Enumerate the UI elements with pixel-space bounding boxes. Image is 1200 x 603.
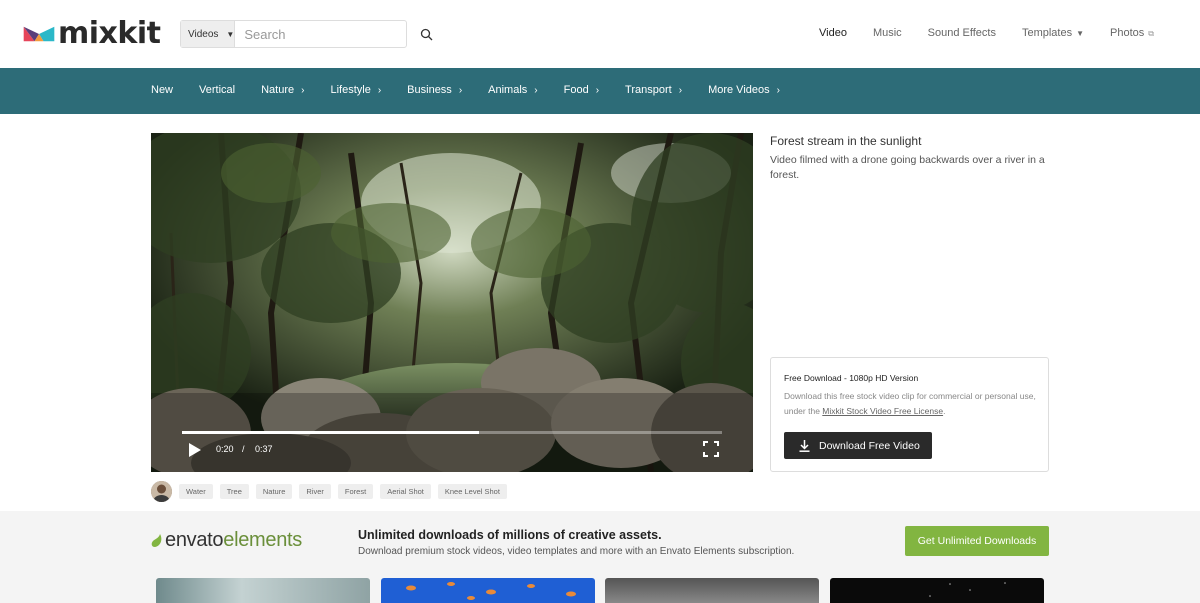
thumbnail-image [406, 582, 576, 600]
nav-photos[interactable]: Photos ⧉ [1110, 27, 1154, 39]
nav-sound-effects-label: Sound Effects [927, 27, 996, 39]
nav-music[interactable]: Music [873, 27, 902, 39]
search-category-select[interactable]: Videos ▼ [181, 21, 236, 47]
play-button[interactable] [188, 442, 202, 463]
mixkit-logo[interactable]: mixkit [22, 17, 162, 51]
chevron-right-icon: › [377, 84, 382, 96]
category-vertical[interactable]: Vertical [199, 84, 235, 96]
video-current-time: 0:20 [216, 444, 234, 454]
chevron-right-icon: › [776, 84, 780, 96]
caret-down-icon: ▼ [1076, 29, 1085, 38]
chevron-right-icon: › [595, 84, 600, 96]
license-link[interactable]: Mixkit Stock Video Free License [822, 406, 943, 416]
category-label: Vertical [199, 84, 236, 96]
tag-water[interactable]: Water [179, 484, 213, 499]
author-avatar[interactable] [151, 481, 172, 502]
video-duration: 0:37 [255, 444, 273, 454]
chevron-right-icon: › [678, 84, 683, 96]
external-link-icon: ⧉ [1148, 29, 1154, 38]
get-unlimited-downloads-button[interactable]: Get Unlimited Downloads [905, 526, 1049, 556]
thumbnail-card[interactable] [830, 578, 1044, 603]
search-button[interactable] [420, 21, 433, 47]
category-transport[interactable]: Transport › [625, 84, 682, 96]
search-input[interactable] [235, 21, 421, 47]
category-lifestyle[interactable]: Lifestyle › [330, 84, 381, 96]
chevron-right-icon: › [458, 84, 463, 96]
category-label: Transport [625, 84, 672, 96]
tag-tree[interactable]: Tree [219, 484, 249, 499]
nav-video-label: Video [819, 27, 847, 39]
tag-forest[interactable]: Forest [337, 484, 374, 499]
video-title: Forest stream in the sunlight [770, 134, 922, 148]
category-label: Lifestyle [330, 84, 371, 96]
tag-aerial-shot[interactable]: Aerial Shot [380, 484, 431, 499]
category-label: Animals [488, 84, 528, 96]
nav-music-label: Music [872, 27, 902, 39]
thumbnail-card[interactable] [605, 578, 819, 603]
category-more-videos[interactable]: More Videos › [708, 84, 780, 96]
fullscreen-icon [703, 441, 719, 457]
tag-river[interactable]: River [299, 484, 331, 499]
download-heading: Free Download - 1080p HD Version [784, 373, 919, 383]
search-bar: Videos ▼ [180, 20, 433, 48]
download-text-after: . [943, 406, 946, 416]
play-icon [189, 443, 201, 457]
thumbnail-card[interactable] [156, 578, 370, 603]
video-time-separator: / [242, 444, 245, 454]
category-business[interactable]: Business › [407, 84, 462, 96]
category-new[interactable]: New [151, 84, 173, 96]
nav-templates[interactable]: Templates ▼ [1022, 27, 1084, 39]
envato-leaf-icon [151, 533, 162, 547]
avatar-image [151, 481, 172, 502]
envato-elements-logo[interactable]: envato elements [151, 529, 302, 552]
video-player[interactable]: 0:20 / 0:37 [151, 133, 753, 472]
tag-list: Water Tree Nature River Forest Aerial Sh… [179, 484, 507, 499]
download-button-label: Download Free Video [819, 439, 920, 452]
category-label: Business [407, 84, 452, 96]
site-header: mixkit Videos ▼ Video Music Sound Effect… [0, 0, 1200, 68]
search-icon [421, 28, 433, 40]
category-label: Food [563, 84, 589, 96]
envato-headline: Unlimited downloads of millions of creat… [358, 528, 662, 542]
download-text: Download this free stock video clip for … [784, 389, 1042, 419]
chevron-right-icon: › [534, 84, 538, 96]
nav-video[interactable]: Video [819, 27, 847, 39]
video-progress-fill [182, 431, 479, 434]
category-label: New [151, 84, 174, 96]
video-controls: 0:20 / 0:37 [151, 412, 753, 472]
logo-text: mixkit [58, 16, 161, 51]
envato-subtext: Download premium stock videos, video tem… [358, 546, 795, 557]
fullscreen-button[interactable] [703, 441, 719, 462]
nav-photos-label: Photos [1110, 27, 1145, 39]
top-navigation: Video Music Sound Effects Templates ▼ Pho… [793, 27, 1154, 39]
category-nature[interactable]: Nature › [261, 84, 304, 96]
thumbnail-image [929, 582, 1006, 597]
tag-knee-level-shot[interactable]: Knee Level Shot [437, 484, 507, 499]
category-food[interactable]: Food › [564, 84, 599, 96]
chevron-right-icon: › [301, 84, 305, 96]
thumbnail-card[interactable] [381, 578, 595, 603]
search-category-label: Videos [188, 28, 219, 40]
nav-sound-effects[interactable]: Sound Effects [928, 27, 996, 39]
category-label: Nature [261, 84, 295, 96]
category-bar: New Vertical Nature › Lifestyle › Business… [0, 68, 1200, 114]
category-label: More Videos [708, 84, 770, 96]
mixkit-logo-mark-icon [23, 26, 55, 42]
download-free-video-button[interactable]: Download Free Video [784, 432, 932, 459]
category-animals[interactable]: Animals › [488, 84, 537, 96]
caret-down-icon: ▼ [226, 29, 235, 39]
download-panel: Free Download - 1080p HD Version Downloa… [770, 357, 1049, 472]
envato-logo-light: elements [223, 529, 303, 551]
nav-templates-label: Templates [1021, 27, 1073, 39]
tag-nature[interactable]: Nature [255, 484, 293, 499]
video-progress-bar[interactable] [182, 431, 722, 434]
download-icon [799, 439, 810, 452]
video-description: Video filmed with a drone going backward… [770, 154, 1045, 181]
envato-logo-main: envato [165, 529, 224, 551]
